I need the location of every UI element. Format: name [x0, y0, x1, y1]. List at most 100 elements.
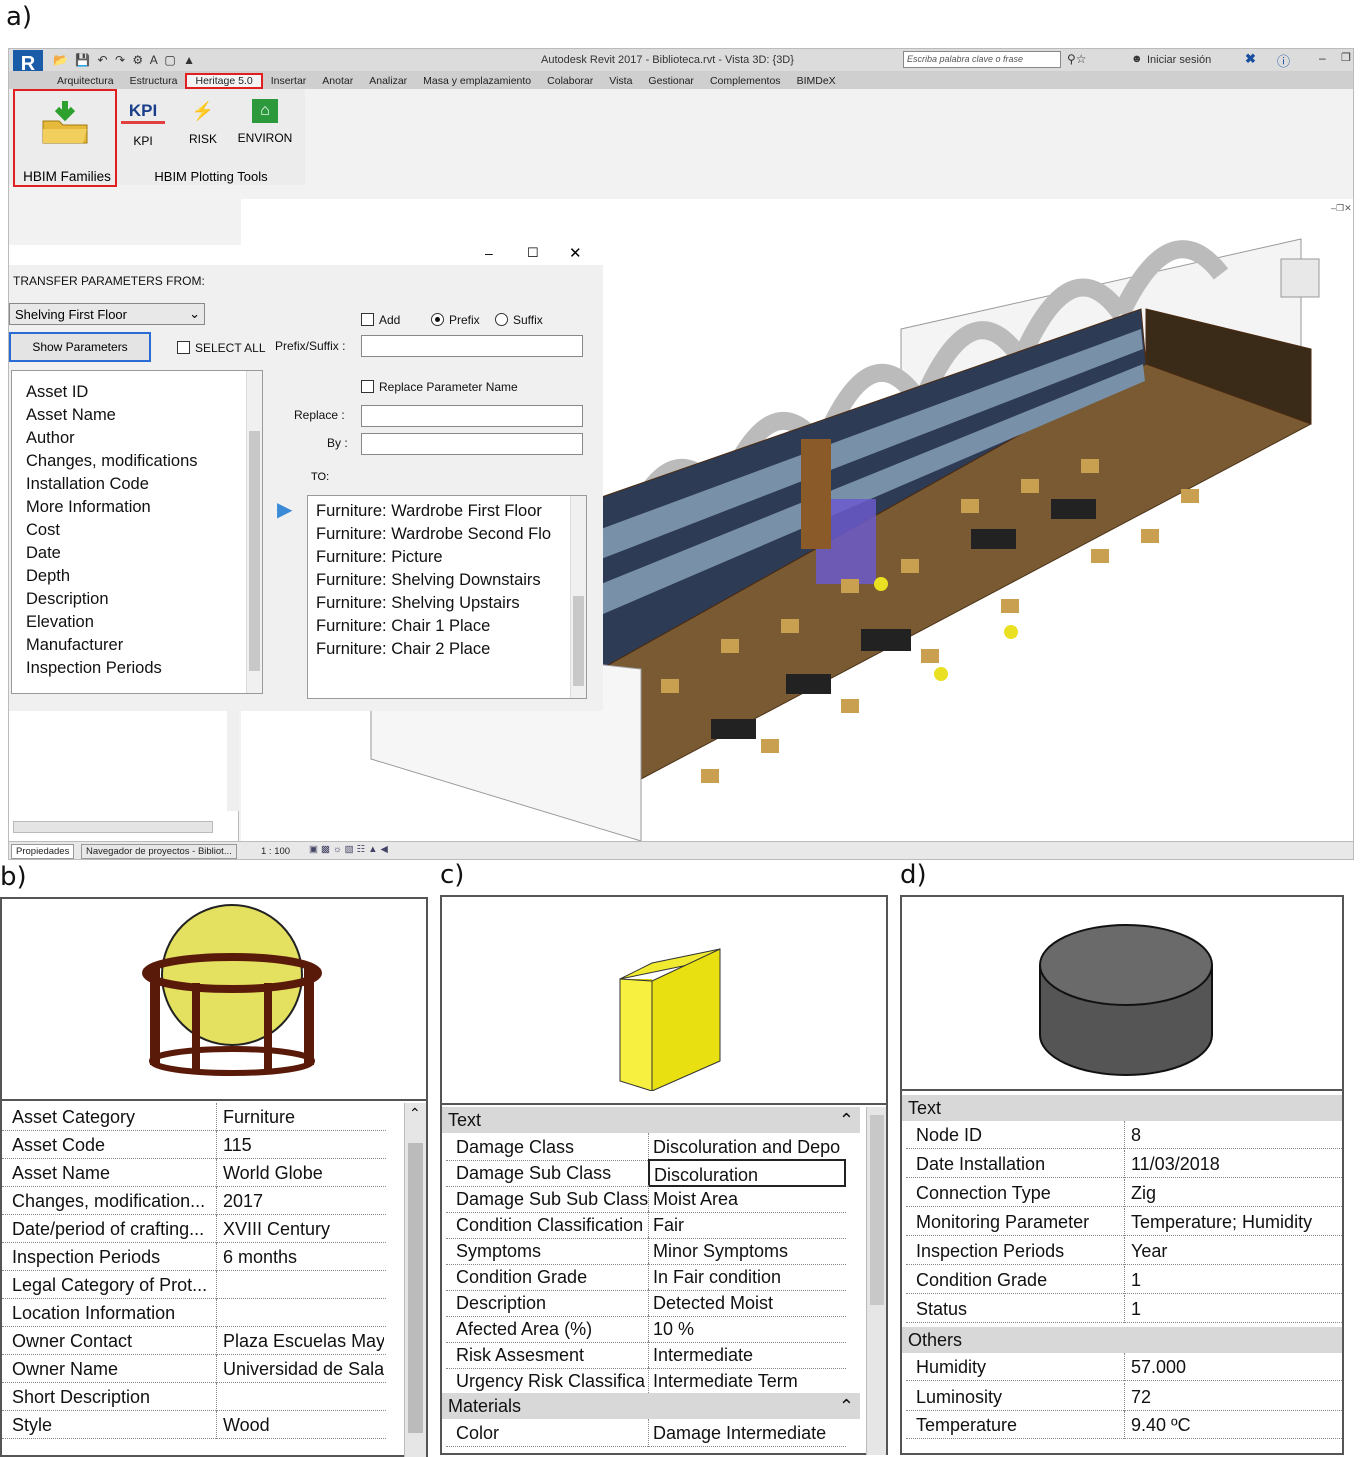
select-all-checkbox[interactable]: SELECT ALL — [177, 341, 266, 355]
property-value[interactable]: Plaza Escuelas May — [216, 1327, 384, 1355]
property-value[interactable]: 9.40 ºC — [1124, 1411, 1340, 1439]
list-item[interactable]: Furniture: Chair 1 Place — [316, 615, 586, 638]
binoculars-icon[interactable]: ⚲☆ — [1067, 52, 1087, 66]
hbim-families-button[interactable]: HBIM Families — [13, 89, 117, 187]
table-row[interactable]: Risk Assesment Intermediate — [446, 1341, 846, 1369]
view-controls-icon[interactable]: ▣▩☼▧☷▲◀ — [309, 844, 391, 855]
property-value[interactable]: Moist Area — [648, 1185, 846, 1213]
table-row[interactable]: Connection Type Zig — [906, 1179, 1342, 1207]
property-value[interactable]: 1 — [1124, 1295, 1340, 1323]
table-row[interactable]: Date Installation 11/03/2018 — [906, 1150, 1342, 1178]
property-value[interactable] — [216, 1299, 384, 1327]
property-value[interactable]: Discoluration and Depo — [648, 1133, 846, 1161]
scroll-thumb[interactable] — [870, 1115, 884, 1305]
list-item[interactable]: Changes, modifications — [26, 450, 262, 473]
tab-bimdex[interactable]: BIMDeX — [789, 73, 844, 89]
table-row[interactable]: Color Damage Intermediate — [446, 1419, 846, 1447]
list-item[interactable]: Depth — [26, 565, 262, 588]
tab-heritage[interactable]: Heritage 5.0 — [185, 73, 263, 89]
quick-access-toolbar-icon[interactable]: 📂 💾 ↶ ↷ ⚙ A ▢ ▲ — [53, 53, 197, 67]
property-value[interactable]: Detected Moist — [648, 1289, 846, 1317]
prefix-suffix-input[interactable] — [361, 335, 583, 357]
property-value[interactable]: Year — [1124, 1237, 1340, 1265]
prefix-radio[interactable]: Prefix — [431, 313, 480, 327]
risk-button[interactable]: ⚡ RISK — [181, 101, 225, 146]
tab-masa[interactable]: Masa y emplazamiento — [415, 73, 539, 89]
source-family-select[interactable]: Shelving First Floor ⌄ — [9, 303, 205, 325]
table-row[interactable]: Damage Sub Class Discoluration — [446, 1159, 846, 1187]
table-row[interactable]: Condition Grade In Fair condition — [446, 1263, 846, 1291]
tab-analizar[interactable]: Analizar — [361, 73, 415, 89]
property-value[interactable]: 6 months — [216, 1243, 384, 1271]
property-value[interactable]: Universidad de Sala — [216, 1355, 384, 1383]
property-value[interactable]: Fair — [648, 1211, 846, 1239]
scroll-up-icon[interactable]: ⌃ — [409, 1105, 421, 1122]
table-row[interactable]: Damage Sub Sub Class Moist Area — [446, 1185, 846, 1213]
list-item[interactable]: Installation Code — [26, 473, 262, 496]
parameters-list[interactable]: Asset ID Asset Name Author Changes, modi… — [11, 370, 263, 694]
property-value[interactable]: In Fair condition — [648, 1263, 846, 1291]
table-row[interactable]: Temperature 9.40 ºC — [906, 1411, 1342, 1439]
table-row[interactable]: Condition Classification Fair — [446, 1211, 846, 1239]
property-value[interactable]: XVIII Century — [216, 1215, 384, 1243]
targets-scroll-thumb[interactable] — [573, 596, 584, 686]
scroll-thumb[interactable] — [408, 1143, 423, 1433]
search-input[interactable]: Escriba palabra clave o frase — [903, 51, 1061, 68]
table-row[interactable]: Owner Name Universidad de Sala — [2, 1355, 386, 1383]
table-row[interactable]: Asset Code 115 — [2, 1131, 386, 1159]
table-row[interactable]: Damage Class Discoluration and Depo — [446, 1133, 846, 1161]
list-item[interactable]: Description — [26, 588, 262, 611]
transfer-arrow-icon[interactable]: ▶ — [277, 497, 292, 522]
list-item[interactable]: Manufacturer — [26, 634, 262, 657]
environ-button[interactable]: ⌂ ENVIRON — [235, 99, 295, 145]
targets-scrollbar[interactable] — [570, 496, 586, 698]
group-text-header[interactable]: Text — [902, 1095, 1342, 1121]
tab-complementos[interactable]: Complementos — [702, 73, 789, 89]
property-value[interactable] — [216, 1271, 384, 1299]
property-value[interactable]: Intermediate Term — [648, 1367, 846, 1395]
group-text-header[interactable]: Text ⌃ — [442, 1107, 860, 1133]
property-value[interactable]: World Globe — [216, 1159, 384, 1187]
targets-list[interactable]: Furniture: Wardrobe First Floor Furnitur… — [307, 495, 587, 699]
replace-name-checkbox[interactable]: Replace Parameter Name — [361, 380, 518, 394]
property-value[interactable]: Furniture — [216, 1103, 384, 1131]
restore-icon[interactable]: ❐ — [1341, 51, 1351, 64]
property-value-selected[interactable]: Discoluration — [648, 1159, 846, 1187]
property-value[interactable]: 8 — [1124, 1121, 1340, 1149]
property-value[interactable]: 72 — [1124, 1383, 1340, 1411]
list-item[interactable]: Furniture: Shelving Downstairs — [316, 569, 586, 592]
property-value[interactable]: Temperature; Humidity — [1124, 1208, 1340, 1236]
table-row[interactable]: Condition Grade 1 — [906, 1266, 1342, 1294]
table-row[interactable]: Description Detected Moist — [446, 1289, 846, 1317]
table-row[interactable]: Monitoring Parameter Temperature; Humidit… — [906, 1208, 1342, 1236]
tab-colaborar[interactable]: Colaborar — [539, 73, 601, 89]
property-value[interactable]: 2017 — [216, 1187, 384, 1215]
table-row[interactable]: Inspection Periods 6 months — [2, 1243, 386, 1271]
tab-anotar[interactable]: Anotar — [314, 73, 361, 89]
property-value[interactable]: 115 — [216, 1131, 384, 1159]
list-item[interactable]: Author — [26, 427, 262, 450]
minimize-icon[interactable]: – — [1319, 51, 1326, 65]
dialog-maximize-icon[interactable]: ☐ — [527, 245, 539, 261]
property-value[interactable]: 10 % — [648, 1315, 846, 1343]
list-item[interactable]: Furniture: Wardrobe Second Flo — [316, 523, 586, 546]
user-icon[interactable]: ☻ — [1131, 53, 1143, 65]
property-value[interactable]: Intermediate — [648, 1341, 846, 1369]
table-row[interactable]: Short Description — [2, 1383, 386, 1411]
show-parameters-button[interactable]: Show Parameters — [9, 332, 151, 362]
list-item[interactable]: Furniture: Chair 2 Place — [316, 638, 586, 661]
table-row[interactable]: Urgency Risk Classifica Intermediate Term — [446, 1367, 846, 1395]
by-input[interactable] — [361, 433, 583, 455]
table-row[interactable]: Legal Category of Prot... — [2, 1271, 386, 1299]
table-row[interactable]: Location Information — [2, 1299, 386, 1327]
table-row[interactable]: Humidity 57.000 — [906, 1353, 1342, 1381]
list-item[interactable]: Elevation — [26, 611, 262, 634]
add-checkbox[interactable]: Add — [361, 313, 400, 327]
property-value[interactable]: Damage Intermediate — [648, 1419, 846, 1447]
list-item[interactable]: Cost — [26, 519, 262, 542]
property-value[interactable] — [216, 1383, 384, 1411]
dialog-close-icon[interactable]: ✕ — [569, 244, 582, 262]
property-value[interactable]: Zig — [1124, 1179, 1340, 1207]
browser-hscrollbar[interactable] — [13, 821, 213, 833]
table-row[interactable]: Node ID 8 — [906, 1121, 1342, 1149]
